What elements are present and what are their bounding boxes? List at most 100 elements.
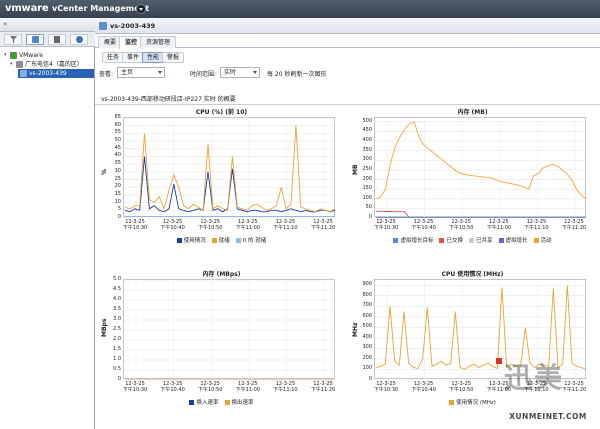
vmware-logo: vmware — [5, 3, 49, 14]
x-tick-label: 12-3-25 下午10:30 — [373, 381, 399, 393]
y-tick-label: 700 — [362, 302, 372, 309]
subtab-alarms[interactable]: 警报 — [162, 52, 185, 63]
vm-icon — [99, 22, 107, 30]
tree-node-vm[interactable]: vs-2003-439 — [18, 69, 94, 78]
y-tick-label: 100 — [362, 365, 372, 372]
chart-cpu-percent: CPU (%) (前 10)% 0 5 10 15 20 25 30 35 40 45 50 55 60 6… — [99, 107, 344, 267]
legend-item[interactable]: 活动 — [533, 236, 552, 244]
app-title: vCenter Management — [52, 4, 150, 13]
y-tick-label: 450 — [362, 127, 372, 134]
x-tick-label: 12-3-25 下午11:20 — [310, 381, 336, 393]
perf-title: vs-2003-439-西部移动研段店-IP227 实时 的概要 — [101, 96, 236, 103]
legend-swatch — [176, 237, 182, 243]
plot-svg — [375, 118, 587, 218]
chart-title: CPU (%) (前 10) — [195, 109, 248, 116]
y-tick-label: 0 — [117, 214, 121, 220]
collapse-bar: « — [0, 18, 95, 32]
y-tick-label: 200 — [362, 354, 372, 361]
y-tick-label: 0 — [368, 376, 372, 382]
legend-swatch — [439, 237, 445, 243]
y-tick-label: 300 — [362, 156, 372, 163]
nav-tab-hosts[interactable] — [4, 34, 22, 45]
legend-item[interactable]: 使用情况 (MHz) — [449, 398, 496, 406]
y-tick-label: 350 — [362, 146, 372, 153]
legend-item[interactable]: 已交换 — [439, 236, 463, 244]
app-menu-icon[interactable] — [136, 4, 146, 14]
y-tick-label: 600 — [362, 312, 372, 319]
legend-item[interactable]: 换入速率 — [189, 398, 219, 406]
datacenter-icon — [10, 52, 17, 59]
legend-swatch — [533, 237, 539, 243]
x-tick-label: 12-3-25 下午11:20 — [561, 219, 587, 231]
watermark-dot — [496, 358, 502, 364]
watermark-logo: 迅美 — [504, 361, 565, 394]
y-tick-label: 45 — [114, 144, 121, 151]
plot-area — [123, 279, 336, 380]
collapse-icon[interactable]: « — [3, 20, 7, 28]
y-tick-label: 500 — [362, 323, 372, 330]
tab-resource-management[interactable]: 资源管理 — [140, 36, 177, 48]
legend-item[interactable]: 使用情况 — [176, 236, 206, 244]
y-tick-label: 500 — [362, 117, 372, 124]
x-tick-label: 12-3-25 下午11:10 — [273, 219, 298, 231]
x-tick-label: 12-3-25 下午10:30 — [373, 219, 399, 231]
legend-swatch — [235, 237, 241, 243]
x-tick-label: 12-3-25 下午10:40 — [411, 219, 436, 231]
nav-tab-network[interactable] — [70, 34, 88, 45]
subtab-performance[interactable]: 性能 — [142, 52, 165, 63]
legend-item[interactable]: 虚拟增长 — [498, 236, 528, 244]
plot-area — [374, 117, 587, 218]
watermark-url: XUNMEINET.COM — [509, 412, 587, 421]
legend-item[interactable]: 0 的 就绪 — [235, 236, 266, 244]
nav-tabs — [0, 32, 95, 47]
y-tick-label: 400 — [362, 333, 372, 340]
y-tick-label: 30 — [114, 167, 121, 174]
x-tick-label: 12-3-25 下午11:10 — [273, 381, 298, 393]
legend-swatch — [224, 399, 230, 405]
view-select[interactable]: 主页 — [117, 67, 165, 78]
legend-swatch — [468, 237, 474, 243]
y-tick-label: 300 — [362, 344, 372, 351]
vm-list-icon — [32, 36, 39, 43]
nav-tab-storage[interactable] — [48, 34, 66, 45]
y-tick-label: 0.5 — [113, 366, 121, 372]
vm-name: vs-2003-439 — [110, 22, 156, 30]
x-tick-label: 12-3-25 下午11:00 — [235, 219, 260, 231]
legend-item[interactable]: 虚拟增长目标 — [393, 236, 433, 244]
y-tick-label: 35 — [114, 160, 121, 167]
legend-label: 使用情况 (MHz) — [456, 400, 496, 406]
subtab-events[interactable]: 事件 — [122, 52, 145, 63]
y-tick-label: 800 — [362, 291, 372, 298]
expand-icon[interactable]: ▾ — [4, 51, 7, 60]
tree-label: vs-2003-439 — [29, 70, 67, 77]
view-label: 查看: — [99, 71, 114, 78]
x-tick-label: 12-3-25 下午10:40 — [411, 381, 436, 393]
legend-item[interactable]: 就绪 — [211, 236, 230, 244]
subtab-tasks[interactable]: 任务 — [102, 52, 125, 63]
range-select[interactable]: 实时 — [220, 67, 260, 78]
x-tick-label: 12-3-25 下午10:50 — [197, 381, 223, 393]
chevron-down-icon — [158, 71, 162, 74]
y-tick-label: 5.0 — [113, 276, 121, 282]
y-tick-label: 4.5 — [113, 286, 121, 292]
y-tick-label: 65 — [114, 114, 121, 120]
legend-label: 虚拟增长 — [505, 238, 528, 244]
filter-icon — [10, 36, 17, 43]
y-tick-label: 0 — [117, 376, 121, 382]
tree-label: 广东电信4（嘉的区） — [25, 61, 83, 68]
y-tick-label: 50 — [114, 137, 121, 144]
plot-area — [123, 117, 336, 218]
x-tick-label: 12-3-25 下午10:50 — [448, 219, 474, 231]
range-label: 时间范围: — [190, 71, 217, 78]
nav-tab-vms[interactable] — [26, 34, 44, 45]
storage-icon — [54, 36, 60, 43]
legend-item[interactable]: 换出速率 — [224, 398, 254, 406]
expand-icon[interactable]: ▾ — [10, 60, 13, 69]
host-icon — [16, 61, 23, 68]
chart-title: 内存 (MB) — [457, 109, 488, 116]
vm-icon — [20, 70, 27, 77]
legend-item[interactable]: 已共享 — [468, 236, 493, 244]
vm-header: vs-2003-439 — [95, 18, 600, 34]
y-tick-label: 3.0 — [113, 316, 121, 322]
x-tick-label: 12-3-25 下午11:20 — [310, 219, 336, 231]
